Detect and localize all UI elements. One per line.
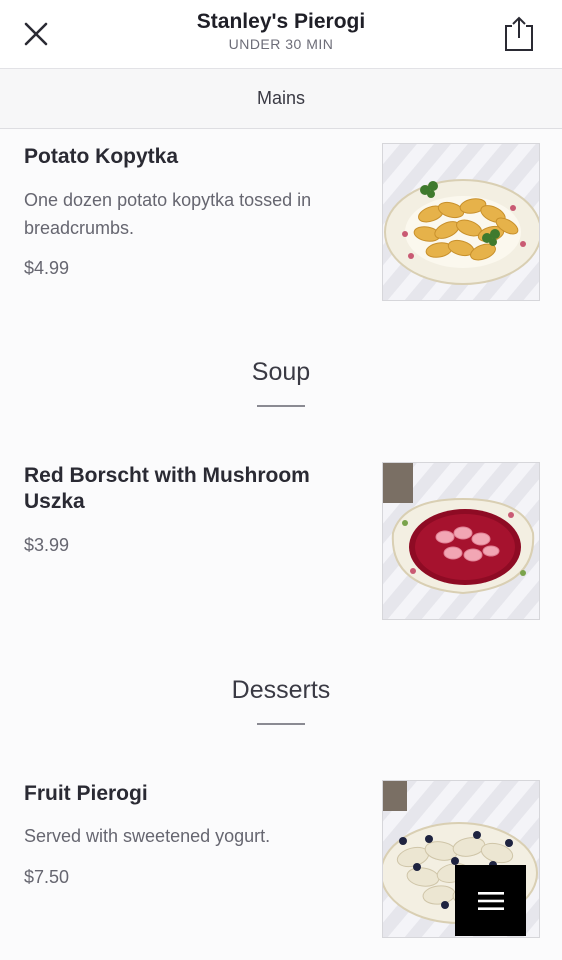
item-price: $3.99: [24, 535, 70, 555]
item-name: Red Borscht with Mushroom Uszka: [24, 464, 310, 513]
section-divider: [257, 405, 305, 407]
section-header-desserts: Desserts: [0, 676, 562, 725]
delivery-time: UNDER 30 MIN: [228, 36, 334, 52]
item-name: Fruit Pierogi: [24, 782, 148, 805]
menu-item-red-borscht[interactable]: Red Borscht with Mushroom Uszka $3.99: [0, 447, 562, 637]
item-name: Potato Kopytka: [24, 145, 179, 168]
tab-mains[interactable]: Mains: [257, 88, 305, 109]
share-button[interactable]: [500, 14, 538, 54]
header-title-group: Stanley's Pierogi UNDER 30 MIN: [100, 9, 462, 53]
top-bar: Stanley's Pierogi UNDER 30 MIN: [0, 0, 562, 69]
section-header-soup: Soup: [0, 358, 562, 407]
item-description: One dozen potato kopytka tossed in bread…: [24, 190, 312, 238]
category-menu-button[interactable]: [455, 865, 526, 936]
close-icon: [24, 22, 48, 46]
section-divider: [257, 723, 305, 725]
item-price: $4.99: [24, 258, 70, 278]
menu-item-potato-kopytka[interactable]: Potato Kopytka One dozen potato kopytka …: [0, 128, 562, 318]
share-icon: [505, 16, 533, 51]
item-photo: [382, 143, 540, 301]
item-description: Served with sweetened yogurt.: [24, 826, 271, 846]
category-tab-bar: Mains: [0, 69, 562, 129]
item-price: $7.50: [24, 867, 70, 887]
section-title: Soup: [251, 358, 311, 386]
borscht-photo: [383, 463, 539, 619]
close-button[interactable]: [18, 16, 54, 52]
restaurant-title: Stanley's Pierogi: [196, 10, 366, 33]
hamburger-menu-icon: [477, 891, 504, 910]
item-photo: [382, 462, 540, 620]
section-title: Desserts: [231, 676, 331, 704]
kopytka-photo: [383, 144, 539, 300]
